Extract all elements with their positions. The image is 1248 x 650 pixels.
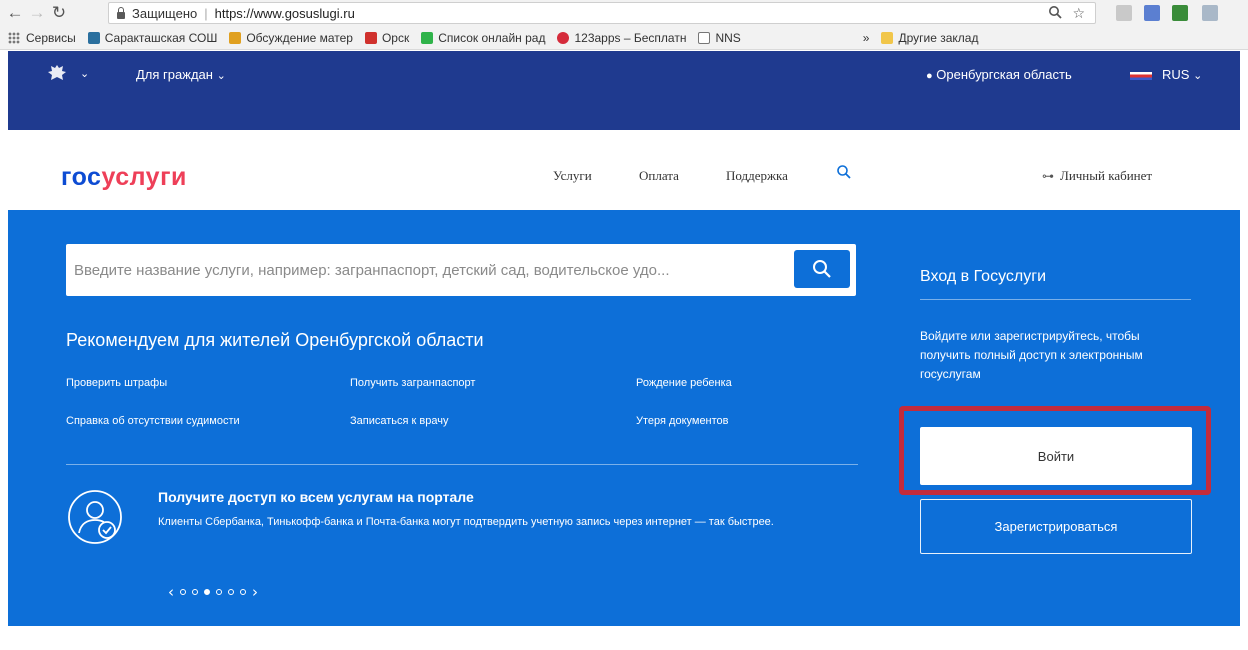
region-label: Оренбургская область [936, 67, 1072, 82]
page-icon [698, 31, 711, 44]
region-selector[interactable]: ● Оренбургская область [926, 67, 1072, 82]
bookmark-favicon [87, 31, 100, 44]
bookmark-favicon [557, 31, 570, 44]
key-icon: ⊶ [1042, 169, 1054, 183]
bookmark-favicon [229, 31, 242, 44]
logo-part-gos: гос [61, 163, 102, 191]
forward-icon[interactable]: → [26, 2, 48, 24]
category-label: Для граждан [136, 67, 213, 82]
site-topbar [8, 51, 1240, 130]
link-doctor-appointment[interactable]: Записаться к врачу [350, 415, 448, 427]
category-dropdown[interactable]: Для граждан ⌄ [136, 67, 226, 82]
language-selector[interactable]: RUS ⌄ [1162, 67, 1202, 82]
link-child-birth[interactable]: Рождение ребенка [636, 377, 732, 389]
chevron-down-icon[interactable]: ⌄ [80, 67, 89, 80]
carousel-dot[interactable] [228, 589, 234, 595]
bookmark-item[interactable]: NNS [698, 31, 741, 45]
emblem-icon[interactable] [46, 64, 68, 82]
search-input[interactable] [74, 244, 774, 296]
login-title: Вход в Госуслуги [920, 268, 1047, 285]
recommend-title: Рекомендуем для жителей Оренбургской обл… [66, 330, 484, 350]
extension-icon-4[interactable] [1202, 5, 1218, 21]
cabinet-label: Личный кабинет [1060, 168, 1153, 183]
link-check-fines[interactable]: Проверить штрафы [66, 377, 167, 389]
chevron-right-icon[interactable]: › [252, 583, 258, 601]
bookmarks-overflow[interactable]: » [863, 31, 870, 45]
folder-icon [881, 31, 894, 44]
promo-title: Получите доступ ко всем услугам на порта… [158, 489, 474, 505]
site-header: госуслуги Услуги Оплата Поддержка ⊶ Личны… [8, 130, 1240, 210]
bookmark-item[interactable]: 123apps – Бесплатн [557, 31, 686, 45]
chevron-down-icon: ⌄ [216, 70, 226, 82]
link-passport[interactable]: Получить загранпаспорт [350, 377, 475, 389]
carousel-dot-active[interactable] [204, 589, 210, 595]
reload-icon[interactable]: ↻ [48, 2, 70, 24]
hero-section: Рекомендуем для жителей Оренбургской обл… [8, 210, 1240, 626]
login-button[interactable]: Войти [920, 427, 1192, 485]
lock-icon [117, 6, 125, 19]
carousel-dot[interactable] [216, 589, 222, 595]
service-search [66, 244, 856, 296]
extension-icon-2[interactable] [1144, 5, 1160, 21]
bookmark-item[interactable]: Сервисы [26, 31, 76, 45]
apps-icon[interactable] [8, 31, 20, 44]
divider [66, 464, 858, 465]
gosuslugi-logo[interactable]: госуслуги [61, 163, 187, 192]
bookmark-item[interactable]: Саракташская СОШ [87, 31, 217, 45]
flag-icon [1130, 72, 1152, 80]
extension-icon-3[interactable] [1172, 5, 1188, 21]
login-divider [920, 299, 1191, 300]
location-pin-icon: ● [926, 70, 933, 82]
emblem-icon[interactable] [50, 45, 70, 61]
logo-part-uslugi: услуги [101, 163, 187, 191]
address-bar[interactable]: Защищено | https://www.gosuslugi.ru ☆ [108, 2, 1096, 24]
language-label: RUS [1162, 67, 1190, 82]
bookmark-item[interactable]: Орск [364, 31, 409, 45]
personal-cabinet-link[interactable]: ⊶ Личный кабинет [1042, 168, 1152, 184]
link-no-criminal-record[interactable]: Справка об отсутствии судимости [66, 415, 240, 427]
carousel-dot[interactable] [180, 589, 186, 595]
nav-services[interactable]: Услуги [553, 168, 592, 184]
carousel-controls: ‹ › [168, 583, 258, 601]
security-label: Защищено [132, 5, 198, 21]
chevron-down-icon: ⌄ [1193, 70, 1203, 82]
carousel-dot[interactable] [240, 589, 246, 595]
search-button[interactable] [794, 250, 850, 288]
user-check-icon [68, 490, 122, 544]
bookmark-favicon [421, 31, 434, 44]
bookmark-favicon [364, 31, 377, 44]
login-description: Войдите или зарегистрируйтесь, чтобы пол… [920, 329, 1143, 381]
url-text: https://www.gosuslugi.ru [214, 5, 355, 21]
zoom-icon[interactable] [1048, 5, 1063, 22]
link-lost-documents[interactable]: Утеря документов [636, 415, 729, 427]
extension-icon-1[interactable] [1116, 5, 1132, 21]
search-icon [813, 260, 831, 278]
bookmarks-bar: Сервисы Саракташская СОШ Обсуждение мате… [0, 26, 1248, 50]
other-bookmarks[interactable]: Другие заклад [881, 31, 978, 45]
back-icon[interactable]: ← [4, 2, 26, 24]
browser-toolbar: ← → ↻ Защищено | https://www.gosuslugi.r… [0, 0, 1248, 26]
chevron-left-icon[interactable]: ‹ [168, 583, 174, 601]
carousel-dot[interactable] [192, 589, 198, 595]
nav-support[interactable]: Поддержка [726, 168, 788, 184]
nav-payment[interactable]: Оплата [639, 168, 679, 184]
bookmark-star-icon[interactable]: ☆ [1072, 5, 1085, 22]
search-icon[interactable] [836, 164, 852, 180]
register-button[interactable]: Зарегистрироваться [920, 499, 1192, 554]
bookmark-item[interactable]: Обсуждение матер [229, 31, 353, 45]
address-separator: | [204, 5, 208, 21]
promo-text: Клиенты Сбербанка, Тинькофф-банка и Почт… [158, 516, 774, 528]
bookmark-item[interactable]: Список онлайн рад [421, 31, 545, 45]
